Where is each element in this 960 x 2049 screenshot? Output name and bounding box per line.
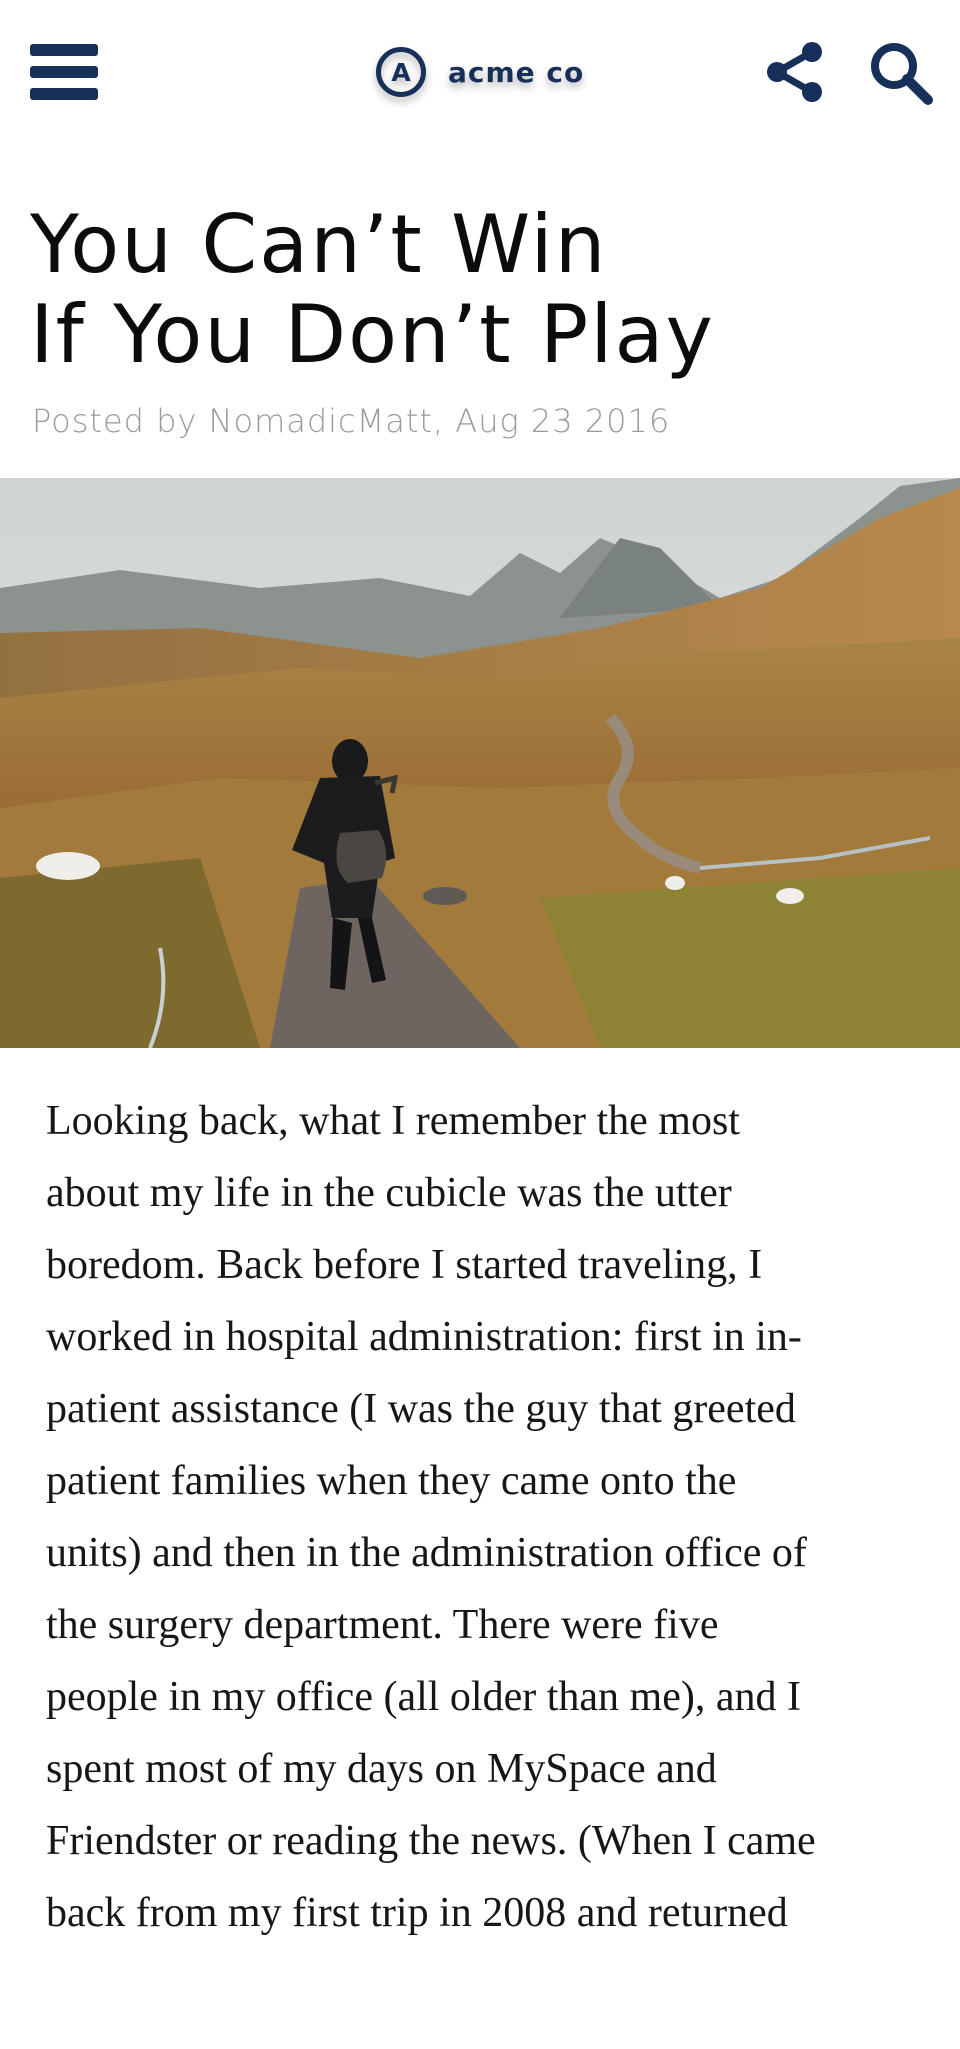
article-line: about my life in the cubicle was the utt… (46, 1170, 732, 1216)
post-title-line-2: If You Don’t Play (30, 288, 715, 381)
post-title: You Can’t Win If You Don’t Play (30, 200, 930, 380)
hero-image (0, 478, 960, 1048)
post-byline: Posted by NomadicMatt, Aug 23 2016 (32, 402, 671, 440)
article-line: Friendster or reading the news. (When I … (46, 1818, 816, 1864)
share-icon[interactable] (764, 40, 826, 104)
article-line: the surgery department. There were five (46, 1602, 719, 1648)
article-line: patient assistance (I was the guy that g… (46, 1386, 796, 1432)
article-line: spent most of my days on MySpace and (46, 1746, 717, 1792)
article-line: patient families when they came onto the (46, 1458, 737, 1504)
brand-logo[interactable]: A acme co (376, 42, 584, 102)
search-icon[interactable] (868, 40, 934, 106)
hamburger-menu-icon[interactable] (30, 44, 98, 100)
article-body: Looking back, what I remember the most a… (46, 1085, 926, 1949)
article-line: worked in hospital administration: first… (46, 1314, 802, 1360)
article-line: people in my office (all older than me),… (46, 1674, 801, 1720)
article-line: boredom. Back before I started traveling… (46, 1242, 763, 1288)
article-line: units) and then in the administration of… (46, 1530, 807, 1576)
logo-mark-icon: A (376, 47, 426, 97)
top-navigation-bar: A acme co (0, 0, 960, 145)
article-line: Looking back, what I remember the most (46, 1098, 740, 1144)
logo-wordmark: acme co (448, 55, 585, 89)
post-title-line-1: You Can’t Win (30, 198, 608, 291)
article-line: back from my first trip in 2008 and retu… (46, 1890, 788, 1936)
